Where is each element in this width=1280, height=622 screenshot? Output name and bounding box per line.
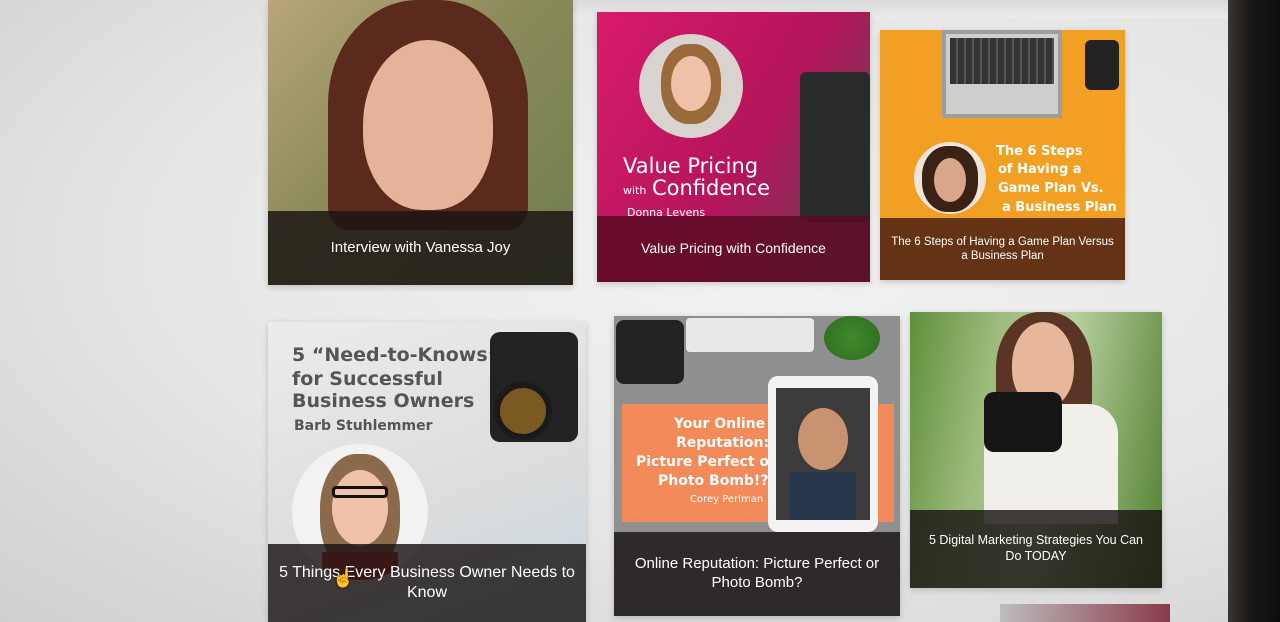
card-caption: Value Pricing with Confidence: [597, 216, 870, 282]
course-card-6-steps[interactable]: The 6 Steps of Having a Game Plan Vs. a …: [880, 30, 1125, 280]
art-title-l2: for Successful: [292, 368, 443, 390]
art-title-l1: Your Online: [674, 416, 766, 432]
art-title-l1: 5 “Need-to-Knows”: [292, 344, 501, 366]
card-caption-text: Value Pricing with Confidence: [641, 240, 826, 257]
course-card-vanessa-joy[interactable]: Interview with Vanessa Joy: [268, 0, 573, 285]
art-title-l3: Game Plan Vs.: [998, 181, 1104, 196]
course-card-digital-marketing[interactable]: 5 Digital Marketing Strategies You Can D…: [910, 312, 1162, 588]
card-caption-text: Interview with Vanessa Joy: [330, 238, 511, 256]
art-title-line1: Value Pricing: [623, 154, 759, 178]
card-caption: 5 Digital Marketing Strategies You Can D…: [910, 510, 1162, 588]
camera-graphic: [490, 332, 578, 442]
course-card-5-things[interactable]: 5 “Need-to-Knows” for Successful Busines…: [268, 322, 586, 622]
camera-graphic: [616, 320, 684, 384]
course-card-value-pricing[interactable]: Value Pricing with Confidence Donna Leve…: [597, 12, 870, 282]
art-title-l1: The 6 Steps: [996, 144, 1083, 159]
card-caption-text: 5 Digital Marketing Strategies You Can D…: [928, 533, 1143, 563]
camera-graphic: [1085, 40, 1119, 90]
art-title-with: with: [623, 184, 647, 197]
tablet-graphic: [768, 376, 878, 532]
camera-graphic: [984, 392, 1062, 452]
keyboard-graphic: [686, 318, 814, 352]
laptop-graphic: [942, 30, 1062, 118]
card-caption: 5 Things Every Business Owner Needs to K…: [268, 544, 586, 622]
art-title-l4: Photo Bomb!?: [658, 473, 769, 489]
portrait-face: [363, 40, 493, 210]
card-caption: Online Reputation: Picture Perfect or Ph…: [614, 532, 900, 616]
card-caption: The 6 Steps of Having a Game Plan Versus…: [880, 218, 1125, 280]
art-author: Barb Stuhlemmer: [294, 418, 433, 434]
art-title-l3: Picture Perfect or: [636, 454, 776, 470]
card-caption-text: 5 Things Every Business Owner Needs to K…: [279, 564, 575, 601]
author-avatar: [914, 142, 986, 214]
card-caption: Interview with Vanessa Joy: [268, 211, 573, 285]
art-title-l4: a Business Plan: [1002, 200, 1117, 215]
art-title-l2: of Having a: [998, 162, 1082, 177]
art-title-l2: Reputation:: [676, 435, 770, 451]
art-title-l3: Business Owners: [292, 390, 475, 412]
author-avatar: [639, 34, 743, 138]
screen-bezel: [1228, 0, 1280, 622]
hand-cursor-icon: ☝: [332, 568, 355, 588]
card-caption-text: The 6 Steps of Having a Game Plan Versus…: [891, 235, 1114, 262]
art-title-line2: Confidence: [652, 176, 771, 200]
next-row-card-peek: [1000, 604, 1170, 622]
course-card-online-reputation[interactable]: Your Online Reputation: Picture Perfect …: [614, 316, 900, 616]
plant-graphic: [824, 316, 880, 360]
card-caption-text: Online Reputation: Picture Perfect or Ph…: [634, 555, 880, 591]
camera-graphic: [800, 72, 870, 222]
art-author: Corey Perlman: [690, 494, 764, 505]
